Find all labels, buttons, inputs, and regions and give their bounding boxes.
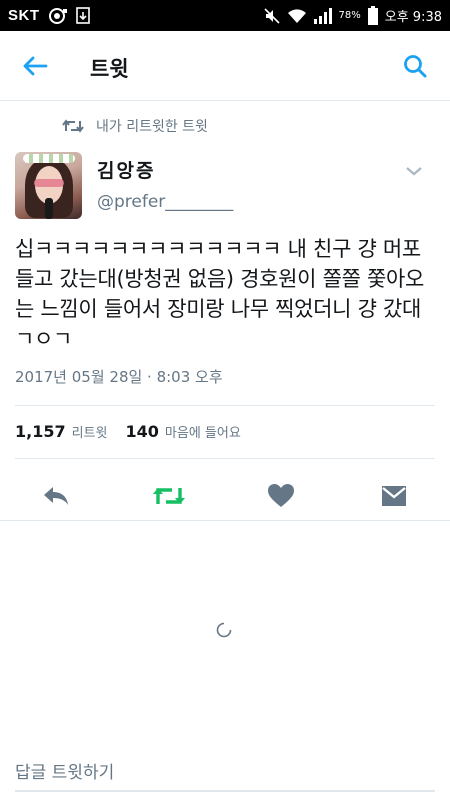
- retweet-context: 내가 리트윗한 트윗: [62, 116, 208, 136]
- tweet-text: 십ㅋㅋㅋㅋㅋㅋㅋㅋㅋㅋㅋㅋㅋ 내 친구 걍 머포 들고 갔는대(방청권 없음) …: [15, 237, 425, 351]
- direct-message-button[interactable]: [376, 478, 412, 514]
- mute-icon: [263, 7, 281, 25]
- like-button[interactable]: [263, 478, 299, 514]
- retweet-context-label: 내가 리트윗한 트윗: [96, 119, 208, 135]
- tweet-menu-button[interactable]: [403, 160, 425, 182]
- author-handle[interactable]: @prefer________: [97, 192, 233, 212]
- direct-message-icon: [382, 486, 406, 506]
- signal-icon: [313, 7, 333, 24]
- tweet-stats: 1,157 리트윗 140 마음에 들어요: [15, 422, 259, 441]
- tweet-actions: [0, 470, 450, 522]
- reply-input[interactable]: 답글 트윗하기: [15, 758, 435, 792]
- chevron-down-icon: [406, 167, 422, 176]
- clock: 오후 9:38: [384, 10, 442, 25]
- divider: [15, 405, 435, 406]
- like-count-label[interactable]: 마음에 들어요: [165, 422, 241, 441]
- retweet-button[interactable]: [151, 478, 187, 514]
- divider: [0, 520, 450, 521]
- wifi-icon: [287, 8, 307, 24]
- retweet-icon: [153, 488, 185, 504]
- status-bar: SKT 78% 오후 9:38: [0, 0, 450, 31]
- reply-icon: [44, 487, 68, 505]
- search-icon: [404, 55, 427, 78]
- divider: [15, 458, 435, 459]
- heart-icon: [268, 484, 294, 507]
- reply-placeholder: 답글 트윗하기: [15, 763, 115, 783]
- search-button[interactable]: [400, 51, 430, 81]
- reply-button[interactable]: [38, 478, 74, 514]
- retweet-count-label[interactable]: 리트윗: [72, 422, 108, 441]
- page-title: 트윗: [90, 57, 129, 81]
- chat-app-icon: [47, 7, 69, 25]
- carrier-label: SKT: [8, 7, 40, 24]
- like-count[interactable]: 140: [126, 422, 159, 441]
- battery-icon: [367, 5, 379, 26]
- retweet-icon: [62, 119, 84, 133]
- battery-percent: 78%: [338, 10, 361, 21]
- app-header: 트윗: [0, 31, 450, 101]
- author-name[interactable]: 김앙증: [97, 156, 155, 183]
- retweet-count[interactable]: 1,157: [15, 422, 66, 441]
- arrow-left-icon: [23, 56, 48, 76]
- loading-spinner-icon: [216, 622, 232, 638]
- back-button[interactable]: [20, 53, 50, 79]
- tweet-timestamp: 2017년 05월 28일 · 8:03 오후: [15, 368, 223, 386]
- avatar[interactable]: [15, 152, 82, 219]
- download-icon: [75, 6, 92, 25]
